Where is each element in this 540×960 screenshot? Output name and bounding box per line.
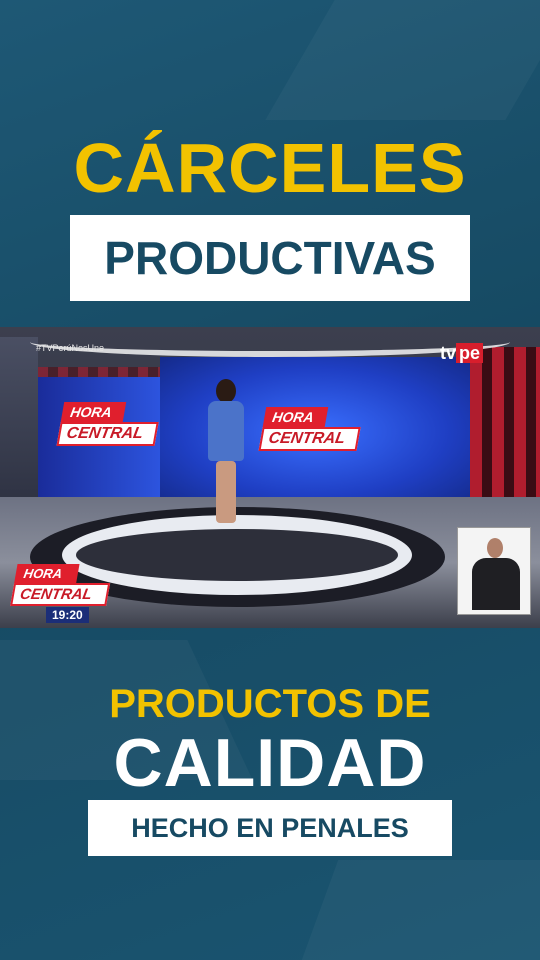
footer-box: HECHO EN PENALES — [88, 800, 452, 856]
background-shard — [301, 860, 540, 960]
show-logo-bottom-text: CENTRAL — [10, 583, 111, 606]
interpreter-body — [472, 558, 520, 610]
anchor-torso — [208, 401, 244, 461]
page-root: { "headline": { "line1": "CÁRCELES", "li… — [0, 0, 540, 960]
studio-left-wall — [0, 337, 38, 517]
show-logo-top-text: HORA — [262, 407, 329, 427]
show-logo-top-text: HORA — [14, 564, 80, 583]
channel-logo-suffix: pe — [456, 343, 484, 363]
anchor-legs — [216, 461, 236, 523]
screen-show-logo-center: HORA CENTRAL — [258, 407, 364, 455]
hashtag-overlay: #TVPerúNosUne — [36, 343, 105, 353]
footer-line-1: PRODUCTOS DE — [109, 682, 431, 726]
headline-box: PRODUCTIVAS — [70, 215, 470, 301]
screen-show-logo-left: HORA CENTRAL — [56, 402, 162, 450]
timestamp-badge: 19:20 — [46, 607, 89, 623]
channel-logo-prefix: tv — [440, 343, 457, 363]
show-logo-top-text: HORA — [60, 402, 127, 422]
video-frame[interactable]: HORA CENTRAL HORA CENTRAL #TVPerúNosUne … — [0, 327, 540, 628]
interpreter-head — [487, 538, 503, 558]
show-logo-overlay: HORA CENTRAL — [10, 564, 113, 606]
anchor-head — [216, 379, 236, 403]
headline-line-1: CÁRCELES — [73, 129, 467, 207]
show-logo-bottom-text: CENTRAL — [56, 422, 159, 446]
sign-language-interpreter-box — [457, 527, 531, 615]
footer-line-2: CALIDAD — [113, 725, 427, 801]
news-anchor — [204, 379, 248, 529]
headline-line-2: PRODUCTIVAS — [104, 232, 436, 284]
show-logo-bottom-text: CENTRAL — [258, 427, 361, 451]
background-shard — [265, 0, 540, 120]
channel-logo: tv pe — [440, 343, 484, 364]
footer-line-3: HECHO EN PENALES — [131, 812, 409, 843]
